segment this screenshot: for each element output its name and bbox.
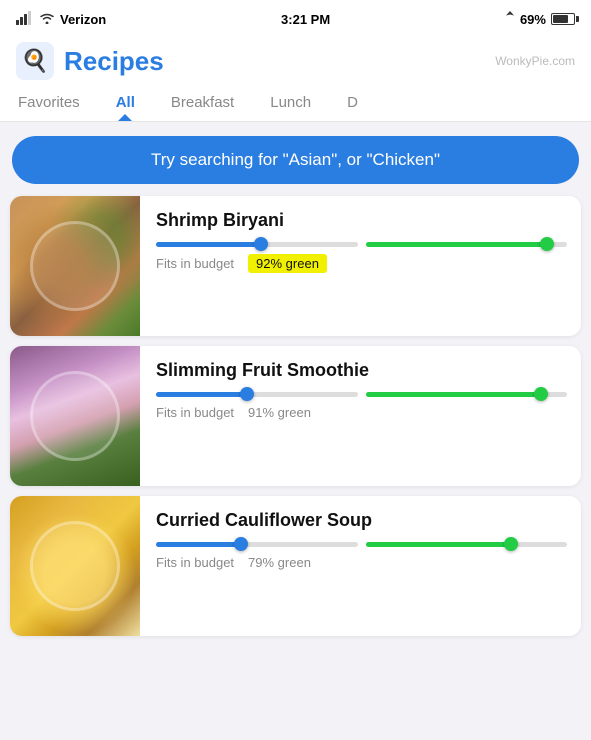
signal-bars bbox=[16, 11, 34, 28]
stats-row-soup: Fits in budget 79% green bbox=[156, 555, 567, 570]
green-badge-soup: 79% green bbox=[248, 555, 311, 570]
carrier-name: Verizon bbox=[60, 12, 106, 27]
recipe-list: Shrimp Biryani Fits in budget 92% green bbox=[0, 196, 591, 636]
app-title: Recipes bbox=[64, 46, 164, 77]
slider-thumb-blue-smoothie bbox=[240, 387, 254, 401]
budget-label-biryani: Fits in budget bbox=[156, 256, 234, 271]
search-banner-text: Try searching for "Asian", or "Chicken" bbox=[151, 150, 440, 169]
recipe-card-biryani[interactable]: Shrimp Biryani Fits in budget 92% green bbox=[10, 196, 581, 336]
slider-track-green-soup[interactable] bbox=[366, 542, 568, 547]
slider-fill-blue-soup bbox=[156, 542, 241, 547]
slider-fill-blue-biryani bbox=[156, 242, 261, 247]
green-badge-smoothie: 91% green bbox=[248, 405, 311, 420]
location-icon bbox=[505, 11, 515, 28]
slider-row-blue-biryani bbox=[156, 242, 567, 247]
watermark: WonkyPie.com bbox=[495, 54, 575, 68]
recipe-info-smoothie: Slimming Fruit Smoothie Fits in budget 9… bbox=[140, 346, 581, 486]
tab-all[interactable]: All bbox=[98, 88, 153, 121]
recipe-name-biryani: Shrimp Biryani bbox=[156, 210, 567, 232]
tab-more[interactable]: D bbox=[329, 88, 376, 121]
plate-circle-biryani bbox=[30, 221, 120, 311]
slider-fill-green-smoothie bbox=[366, 392, 541, 397]
stats-row-biryani: Fits in budget 92% green bbox=[156, 255, 567, 273]
budget-label-soup: Fits in budget bbox=[156, 555, 234, 570]
plate-overlay-biryani bbox=[10, 196, 140, 336]
plate-overlay-soup bbox=[10, 496, 140, 636]
budget-label-smoothie: Fits in budget bbox=[156, 405, 234, 420]
slider-row-blue-smoothie bbox=[156, 392, 567, 397]
wifi-icon bbox=[39, 12, 55, 27]
annotation-biryani: 92% green bbox=[248, 255, 327, 273]
search-banner[interactable]: Try searching for "Asian", or "Chicken" bbox=[12, 136, 579, 184]
header-left: 🍳 Recipes bbox=[16, 42, 164, 80]
slider-thumb-green-soup bbox=[504, 537, 518, 551]
recipe-card-smoothie[interactable]: Slimming Fruit Smoothie Fits in budget 9… bbox=[10, 346, 581, 486]
slider-thumb-green-biryani bbox=[540, 237, 554, 251]
plate-circle-soup bbox=[30, 521, 120, 611]
slider-track-blue-smoothie[interactable] bbox=[156, 392, 358, 397]
recipe-image-smoothie bbox=[10, 346, 140, 486]
plate-overlay-smoothie bbox=[10, 346, 140, 486]
tab-favorites[interactable]: Favorites bbox=[0, 88, 98, 121]
slider-track-green-smoothie[interactable] bbox=[366, 392, 568, 397]
tab-bar: Favorites All Breakfast Lunch D bbox=[0, 80, 591, 122]
stats-row-smoothie: Fits in budget 91% green bbox=[156, 405, 567, 420]
recipe-card-soup[interactable]: Curried Cauliflower Soup Fits in budget … bbox=[10, 496, 581, 636]
recipe-info-biryani: Shrimp Biryani Fits in budget 92% green bbox=[140, 196, 581, 336]
tab-breakfast[interactable]: Breakfast bbox=[153, 88, 252, 121]
recipe-name-smoothie: Slimming Fruit Smoothie bbox=[156, 360, 567, 382]
status-left: Verizon bbox=[16, 11, 106, 28]
green-badge-biryani: 92% green bbox=[248, 254, 327, 273]
slider-track-green-biryani[interactable] bbox=[366, 242, 568, 247]
recipe-info-soup: Curried Cauliflower Soup Fits in budget … bbox=[140, 496, 581, 636]
slider-thumb-green-smoothie bbox=[534, 387, 548, 401]
recipe-name-soup: Curried Cauliflower Soup bbox=[156, 510, 567, 532]
slider-track-blue-biryani[interactable] bbox=[156, 242, 358, 247]
plate-circle-smoothie bbox=[30, 371, 120, 461]
slider-fill-green-soup bbox=[366, 542, 511, 547]
battery-icon bbox=[551, 13, 575, 25]
status-bar: Verizon 3:21 PM 69% bbox=[0, 0, 591, 36]
status-time: 3:21 PM bbox=[281, 12, 330, 27]
slider-row-blue-soup bbox=[156, 542, 567, 547]
recipe-image-biryani bbox=[10, 196, 140, 336]
tab-lunch[interactable]: Lunch bbox=[252, 88, 329, 121]
app-header: 🍳 Recipes WonkyPie.com bbox=[0, 36, 591, 80]
slider-fill-green-biryani bbox=[366, 242, 547, 247]
app-icon: 🍳 bbox=[16, 42, 54, 80]
status-right: 69% bbox=[505, 11, 575, 28]
slider-thumb-blue-biryani bbox=[254, 237, 268, 251]
recipe-image-soup bbox=[10, 496, 140, 636]
slider-fill-blue-smoothie bbox=[156, 392, 247, 397]
slider-track-blue-soup[interactable] bbox=[156, 542, 358, 547]
slider-thumb-blue-soup bbox=[234, 537, 248, 551]
battery-percent: 69% bbox=[520, 12, 546, 27]
